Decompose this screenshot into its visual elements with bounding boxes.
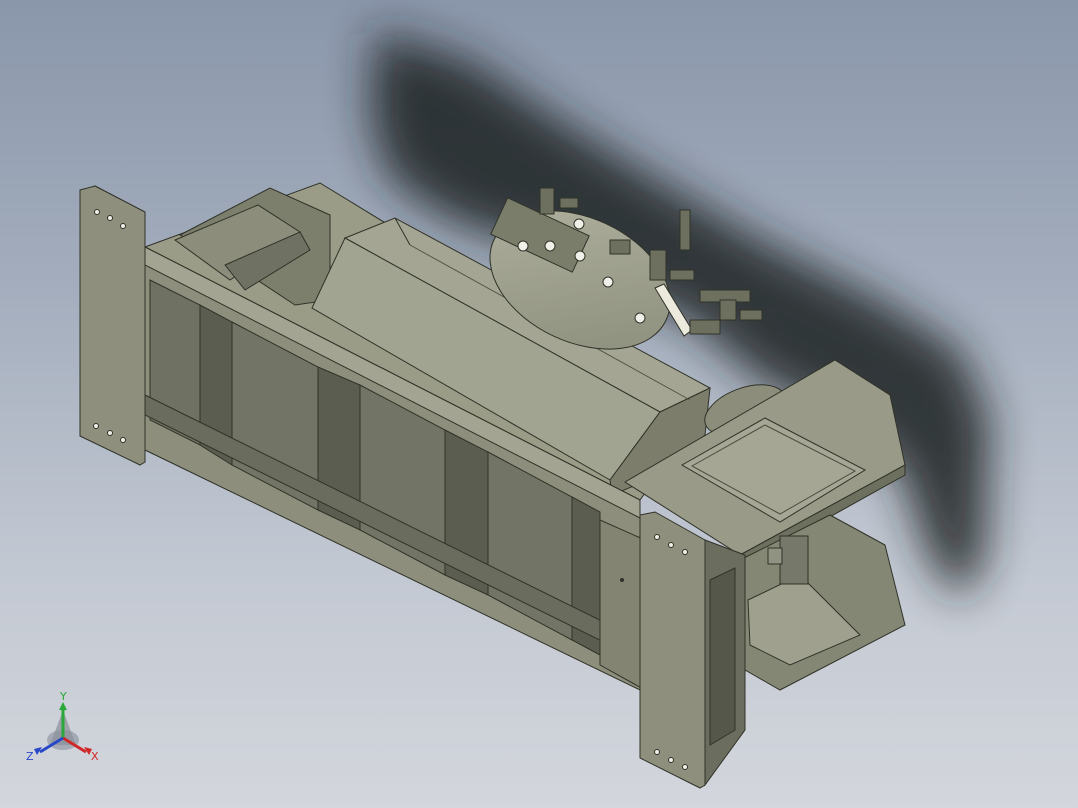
orientation-triad[interactable]: Y X Z — [20, 690, 110, 770]
y-axis-label: Y — [59, 690, 67, 703]
left-end-plate — [79, 185, 146, 466]
bolt-hole — [93, 423, 99, 429]
assembly-model[interactable] — [0, 0, 1078, 808]
disc-hole — [634, 312, 646, 324]
bolt-hole — [107, 215, 113, 221]
disc-hole — [573, 218, 585, 230]
bolt-hole — [668, 542, 674, 548]
bolt-hole — [107, 430, 113, 436]
bolt-hole — [682, 764, 688, 770]
right-end-slot — [709, 567, 736, 746]
disc-hole — [574, 250, 586, 262]
bolt-hole — [120, 437, 126, 443]
disc-hole — [517, 240, 529, 252]
x-axis-label: X — [91, 750, 99, 763]
z-axis-label: Z — [26, 750, 34, 763]
motor-block — [779, 535, 809, 585]
bolt-hole — [120, 223, 126, 229]
disc-hole — [602, 276, 614, 288]
bolt-hole — [654, 749, 660, 755]
right-end-plate — [639, 511, 706, 789]
bolt-hole — [654, 534, 660, 540]
door-handle — [620, 578, 624, 582]
motor-cap — [767, 547, 783, 565]
cad-graphics-viewport[interactable]: Y X Z — [0, 0, 1078, 808]
bolt-hole — [94, 209, 100, 215]
access-door — [599, 519, 646, 691]
y-arrow-icon — [59, 702, 67, 710]
disc-hole — [544, 240, 556, 252]
bolt-hole — [668, 757, 674, 763]
bolt-hole — [682, 549, 688, 555]
